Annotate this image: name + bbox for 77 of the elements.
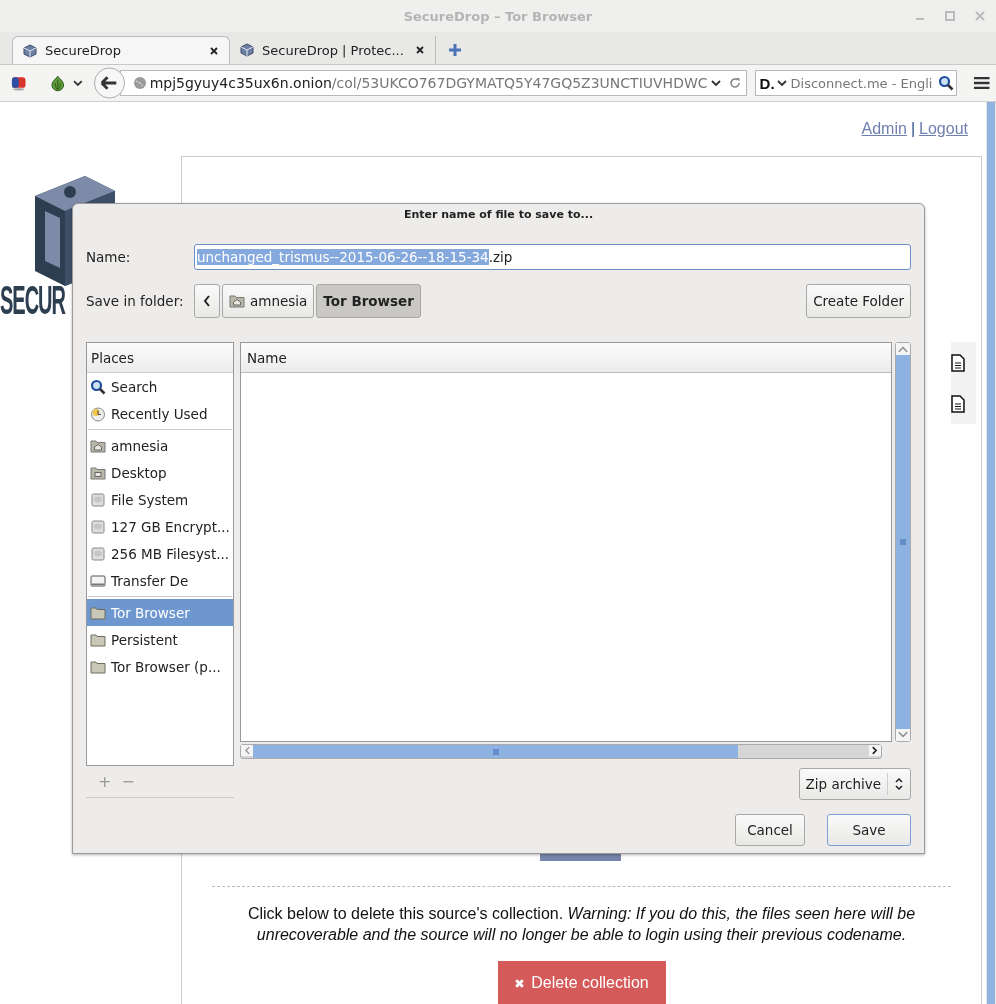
delete-warning: Click below to delete this source's collection. Warning: If you do this, the files seen here will be unrecoverable and the source will no longer be able to login using their previous codename. xyxy=(246,904,917,945)
logo-text: SECUR xyxy=(0,280,65,320)
admin-link[interactable]: Admin xyxy=(861,120,907,138)
place-item[interactable]: Desktop xyxy=(87,459,233,486)
place-item[interactable]: Recently Used xyxy=(87,400,233,427)
browser-tab[interactable]: SecureDrop xyxy=(12,36,230,64)
page-scrollbar[interactable] xyxy=(986,102,996,1004)
drive-icon xyxy=(90,545,106,562)
path-button[interactable]: amnesia xyxy=(222,284,315,318)
desktop-folder-icon xyxy=(90,464,106,481)
up-down-icon xyxy=(894,776,904,792)
scroll-up-icon[interactable] xyxy=(896,343,910,355)
cancel-button[interactable]: Cancel xyxy=(735,814,805,846)
home-folder-icon xyxy=(229,293,245,309)
folder-icon xyxy=(90,604,106,621)
globe-icon xyxy=(132,76,147,90)
dialog-title: Enter name of file to save to... xyxy=(402,208,595,223)
grip-icon[interactable] xyxy=(491,748,500,755)
place-item[interactable]: 127 GB Encrypt... xyxy=(87,513,233,540)
document-icon[interactable] xyxy=(951,394,965,413)
address-bar[interactable]: mpj5gyuy4c35ux6n.onion/col/53UKCO767DGYMATQ5Y47GQ5Z3UNCTIUVHDWC xyxy=(119,70,747,96)
place-item[interactable]: 256 MB Filesyst... xyxy=(87,540,233,567)
place-item[interactable]: amnesia xyxy=(87,432,233,459)
search-icon xyxy=(90,378,106,395)
save-button[interactable]: Save xyxy=(827,814,911,846)
plus-icon[interactable] xyxy=(448,43,462,57)
vertical-scrollbar[interactable] xyxy=(895,342,911,742)
caret-icon[interactable] xyxy=(776,78,787,88)
clock-icon xyxy=(90,405,106,422)
delete-collection-button[interactable]: Delete collection xyxy=(497,961,666,1004)
back-button[interactable] xyxy=(92,66,126,100)
close-icon[interactable] xyxy=(415,45,425,55)
reload-icon[interactable] xyxy=(727,76,742,90)
folder-icon xyxy=(90,631,106,648)
folder-icon xyxy=(90,658,106,675)
place-item[interactable]: Persistent xyxy=(87,626,233,653)
close-icon[interactable] xyxy=(209,45,219,56)
browser-tab[interactable]: SecureDrop | Protec... xyxy=(230,36,436,64)
chevron-left-icon xyxy=(203,295,211,307)
document-icon[interactable] xyxy=(951,353,965,372)
filename-field[interactable]: unchanged_trismus--2015-06-26--18-15-34.zip xyxy=(194,244,911,270)
cube-icon xyxy=(240,43,254,57)
place-item[interactable]: Tor Browser (p... xyxy=(87,653,233,680)
drive-icon xyxy=(90,491,106,508)
search-icon[interactable] xyxy=(937,75,954,91)
horizontal-scrollbar[interactable] xyxy=(240,744,882,759)
scroll-left-icon[interactable] xyxy=(241,745,253,756)
grip-icon[interactable] xyxy=(900,538,906,546)
place-item[interactable]: Transfer De xyxy=(87,567,233,594)
scroll-down-icon[interactable] xyxy=(896,729,910,741)
name-label: Name: xyxy=(86,249,132,265)
file-type-dropdown[interactable]: Zip archive xyxy=(798,768,911,800)
device-icon xyxy=(90,572,106,589)
place-item[interactable]: File System xyxy=(87,486,233,513)
menu-icon[interactable] xyxy=(972,75,990,91)
url-text: mpj5gyuy4c35ux6n.onion/col/53UKCO767DGYMATQ5Y47GQ5Z3UNCTIUVHDWC xyxy=(149,75,708,91)
create-folder-button[interactable]: Create Folder xyxy=(806,284,911,318)
path-back-button[interactable] xyxy=(194,284,220,318)
link-separator: | xyxy=(910,120,916,138)
badge-icon[interactable] xyxy=(10,74,28,92)
path-button[interactable]: Tor Browser xyxy=(316,284,421,318)
name-column-header[interactable]: Name xyxy=(241,343,891,373)
places-header: Places xyxy=(87,343,233,373)
logout-link[interactable]: Logout xyxy=(919,120,968,138)
drive-icon xyxy=(90,518,106,535)
search-field[interactable]: D. Disconnect.me - Engli xyxy=(754,70,957,96)
cross-icon xyxy=(514,977,526,989)
folder-label: Save in folder: xyxy=(86,293,185,309)
caret-icon[interactable] xyxy=(72,78,83,88)
onion-icon[interactable] xyxy=(49,74,67,92)
cube-icon xyxy=(23,43,37,58)
place-item[interactable]: Search xyxy=(87,373,233,400)
search-engine-logo[interactable]: D. xyxy=(759,74,775,92)
window-title: SecureDrop – Tor Browser xyxy=(403,8,593,24)
home-folder-icon xyxy=(90,437,106,454)
scroll-right-icon[interactable] xyxy=(869,745,881,756)
caret-icon[interactable] xyxy=(710,78,721,88)
